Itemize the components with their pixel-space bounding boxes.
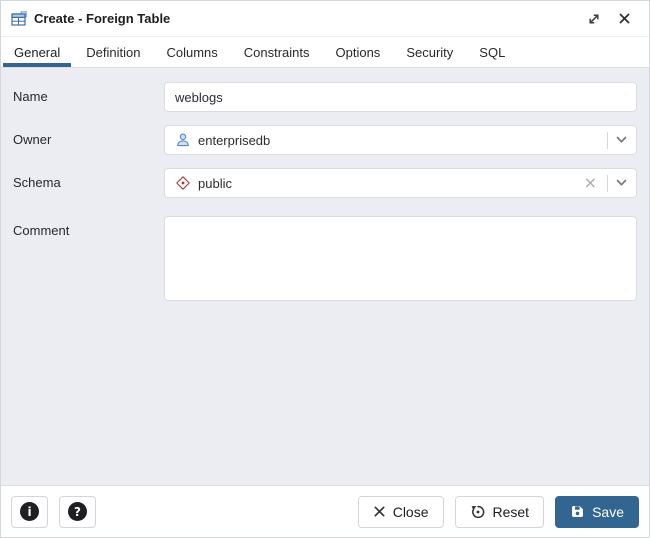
save-floppy-icon — [570, 504, 585, 519]
schema-diamond-icon — [175, 175, 191, 191]
comment-label: Comment — [13, 216, 164, 306]
tab-columns[interactable]: Columns — [153, 37, 230, 67]
schema-label: Schema — [13, 168, 164, 198]
question-circle-icon: ? — [68, 502, 87, 521]
dialog-title: Create - Foreign Table — [34, 11, 170, 26]
close-button[interactable]: Close — [358, 496, 444, 528]
schema-value: public — [198, 176, 232, 191]
comment-textarea[interactable] — [164, 216, 637, 301]
user-icon — [175, 132, 191, 148]
dialog-tabbar: General Definition Columns Constraints O… — [1, 37, 649, 68]
reset-button-label: Reset — [493, 504, 530, 520]
tab-security[interactable]: Security — [393, 37, 466, 67]
create-foreign-table-dialog: Create - Foreign Table General Definitio… — [0, 0, 650, 538]
close-button-label: Close — [393, 504, 429, 520]
save-button-label: Save — [592, 504, 624, 520]
tab-general[interactable]: General — [1, 37, 73, 67]
close-icon[interactable] — [613, 8, 635, 30]
clear-selection-icon[interactable]: × — [582, 175, 599, 191]
tab-constraints[interactable]: Constraints — [231, 37, 323, 67]
info-circle-icon: i — [20, 502, 39, 521]
owner-row: Owner enterprisedb — [13, 125, 637, 155]
owner-value: enterprisedb — [198, 133, 270, 148]
reset-rotate-left-icon — [470, 504, 486, 520]
general-form: Name Owner enterprisedb — [1, 68, 649, 485]
chevron-down-icon[interactable] — [616, 136, 627, 144]
schema-row: Schema public × — [13, 168, 637, 198]
select-separator — [607, 175, 608, 192]
owner-select[interactable]: enterprisedb — [164, 125, 637, 155]
name-input[interactable] — [164, 82, 637, 112]
sql-info-button[interactable]: i — [11, 496, 48, 528]
tab-sql[interactable]: SQL — [466, 37, 518, 67]
close-x-icon — [373, 505, 386, 518]
expand-diagonal-icon[interactable] — [583, 8, 605, 30]
schema-select[interactable]: public × — [164, 168, 637, 198]
save-button[interactable]: Save — [555, 496, 639, 528]
dialog-titlebar: Create - Foreign Table — [1, 1, 649, 37]
name-label: Name — [13, 82, 164, 112]
name-row: Name — [13, 82, 637, 112]
tab-options[interactable]: Options — [323, 37, 394, 67]
owner-label: Owner — [13, 125, 164, 155]
chevron-down-icon[interactable] — [616, 179, 627, 187]
comment-row: Comment — [13, 216, 637, 306]
tab-definition[interactable]: Definition — [73, 37, 153, 67]
foreign-table-icon — [11, 11, 27, 27]
dialog-footer: i ? Close Reset — [1, 485, 649, 537]
select-separator — [607, 132, 608, 149]
help-button[interactable]: ? — [59, 496, 96, 528]
reset-button[interactable]: Reset — [455, 496, 545, 528]
